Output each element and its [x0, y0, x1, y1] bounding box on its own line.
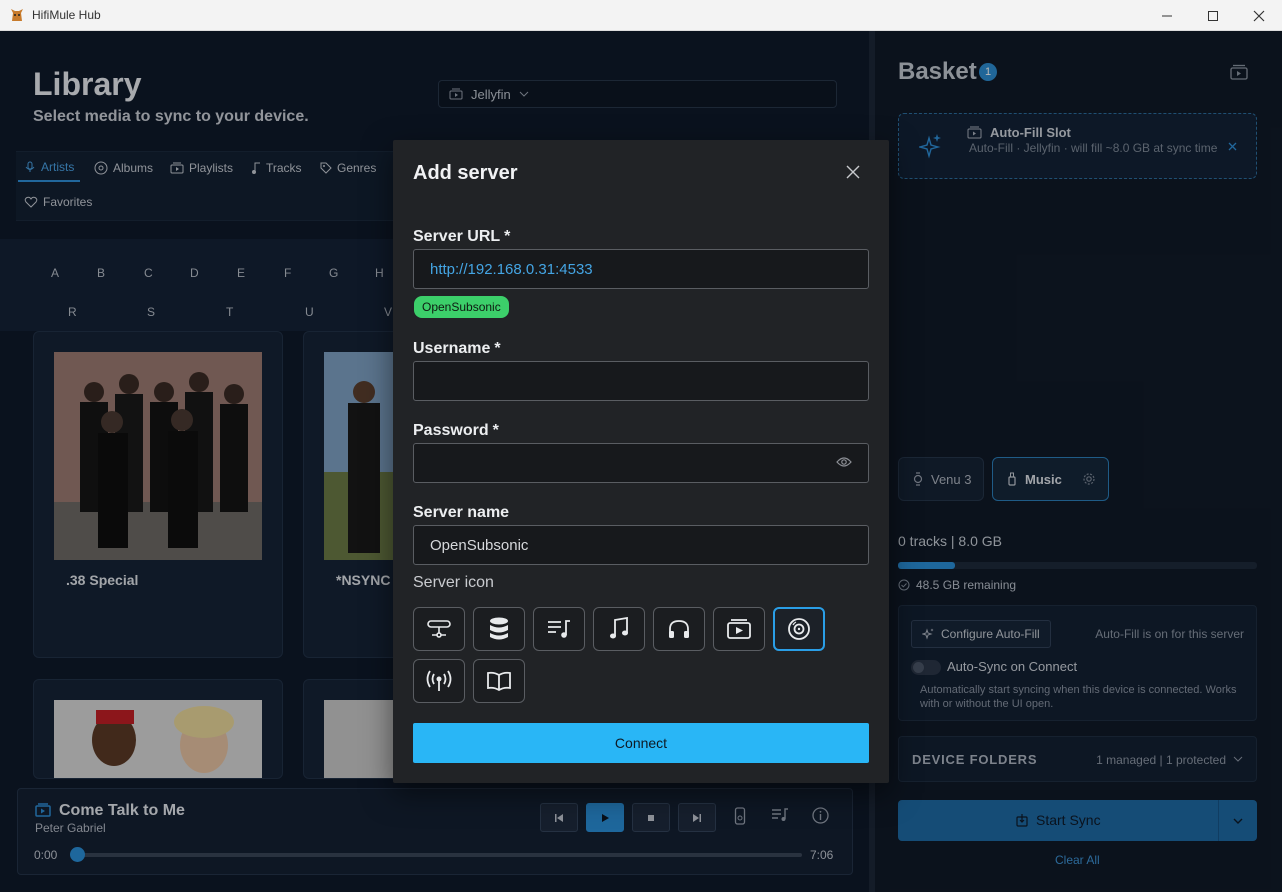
minimize-button[interactable] [1144, 0, 1190, 31]
close-window-button[interactable] [1236, 0, 1282, 31]
icon-option-media-server[interactable] [713, 607, 765, 651]
username-label: Username * [413, 340, 501, 357]
icon-option-database[interactable] [473, 607, 525, 651]
icon-option-disc[interactable] [773, 607, 825, 651]
server-type-badge: OpenSubsonic [414, 296, 509, 318]
close-icon [1253, 10, 1265, 21]
broadcast-icon [426, 670, 452, 691]
password-input[interactable] [413, 443, 869, 483]
book-icon [487, 671, 511, 691]
media-server-icon [727, 619, 751, 639]
connect-button[interactable]: Connect [413, 723, 869, 763]
icon-option-book[interactable] [473, 659, 525, 703]
add-server-dialog: Add server Server URL * http://192.168.0.… [393, 140, 889, 783]
music-note-icon [610, 617, 628, 639]
server-name-input[interactable]: OpenSubsonic [413, 525, 869, 565]
icon-option-broadcast[interactable] [413, 659, 465, 703]
icon-option-playlist[interactable] [533, 607, 585, 651]
headphones-icon [669, 620, 689, 638]
icon-option-music-note[interactable] [593, 607, 645, 651]
disc-icon [788, 618, 810, 640]
close-icon[interactable] [845, 164, 861, 180]
dialog-title: Add server [413, 162, 518, 184]
maximize-icon [1208, 10, 1218, 21]
icon-option-server[interactable] [413, 607, 465, 651]
server-rack-icon [427, 620, 451, 638]
database-icon [490, 617, 508, 640]
maximize-button[interactable] [1190, 0, 1236, 31]
window-title: HifiMule Hub [32, 8, 101, 22]
queue-music-icon [548, 620, 570, 638]
minimize-icon [1162, 15, 1172, 16]
server-name-label: Server name [413, 504, 510, 521]
icon-option-headphones[interactable] [653, 607, 705, 651]
username-input[interactable] [413, 361, 869, 401]
server-url-label: Server URL * [413, 228, 511, 245]
password-label: Password * [413, 422, 499, 439]
eye-icon[interactable] [836, 456, 852, 468]
title-bar: HifiMule Hub [0, 0, 1282, 31]
server-icon-label: Server icon [413, 574, 494, 591]
server-url-input[interactable]: http://192.168.0.31:4533 [413, 249, 869, 289]
app-logo-icon [11, 9, 23, 21]
